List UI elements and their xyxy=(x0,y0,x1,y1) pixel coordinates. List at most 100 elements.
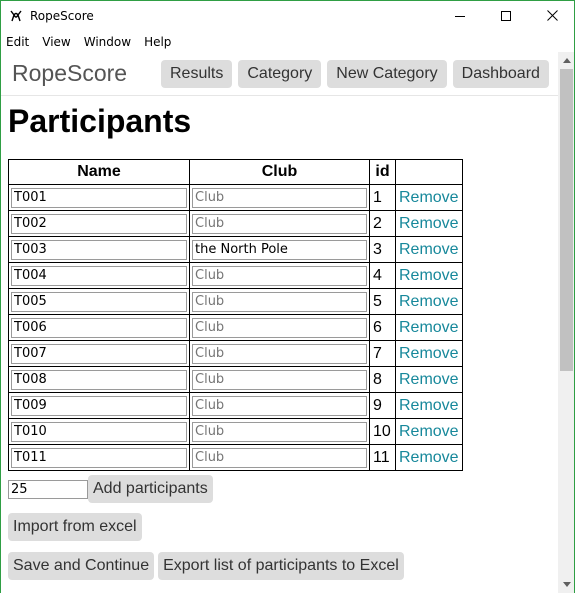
participants-table: Name Club id 1Remove2Remove3Remove4Remov… xyxy=(8,159,463,471)
nav-results-button[interactable]: Results xyxy=(161,59,233,88)
menu-edit[interactable]: Edit xyxy=(0,35,35,49)
remove-link[interactable]: Remove xyxy=(399,345,459,362)
name-input[interactable] xyxy=(11,395,187,416)
header-actions xyxy=(395,159,463,185)
export-excel-button[interactable]: Export list of participants to Excel xyxy=(158,552,404,580)
club-cell xyxy=(189,418,370,445)
table-row: 11Remove xyxy=(8,444,463,471)
menu-bar: Edit View Window Help xyxy=(0,31,575,52)
remove-link[interactable]: Remove xyxy=(399,215,459,232)
table-row: 7Remove xyxy=(8,340,463,367)
remove-link[interactable]: Remove xyxy=(399,449,459,466)
name-input[interactable] xyxy=(11,265,187,286)
menu-window[interactable]: Window xyxy=(77,35,137,49)
club-input[interactable] xyxy=(192,421,367,442)
name-input[interactable] xyxy=(11,239,187,260)
actions-cell: Remove xyxy=(395,262,463,289)
club-input[interactable] xyxy=(192,265,367,286)
title-bar: RopeScore xyxy=(0,0,575,31)
participant-count-input[interactable] xyxy=(8,479,88,499)
scroll-thumb[interactable] xyxy=(560,69,573,371)
name-input[interactable] xyxy=(11,317,187,338)
id-cell: 11 xyxy=(369,444,396,471)
add-participants-button[interactable]: Add participants xyxy=(88,475,213,503)
club-input[interactable] xyxy=(192,395,367,416)
vertical-scrollbar[interactable] xyxy=(558,52,575,593)
id-cell: 2 xyxy=(369,210,396,237)
club-input[interactable] xyxy=(192,187,367,208)
remove-link[interactable]: Remove xyxy=(399,371,459,388)
remove-link[interactable]: Remove xyxy=(399,267,459,284)
name-cell xyxy=(8,236,190,263)
club-input[interactable] xyxy=(192,317,367,338)
table-row: 9Remove xyxy=(8,392,463,419)
scroll-up-arrow-icon[interactable] xyxy=(558,52,575,69)
name-input[interactable] xyxy=(11,343,187,364)
remove-link[interactable]: Remove xyxy=(399,423,459,440)
header-name: Name xyxy=(8,159,190,185)
brand-logo[interactable]: RopeScore xyxy=(12,60,161,87)
remove-link[interactable]: Remove xyxy=(399,397,459,414)
remove-link[interactable]: Remove xyxy=(399,241,459,258)
name-input[interactable] xyxy=(11,213,187,234)
table-row: 8Remove xyxy=(8,366,463,393)
remove-link[interactable]: Remove xyxy=(399,189,459,206)
nav-new-category-button[interactable]: New Category xyxy=(327,59,447,88)
save-continue-button[interactable]: Save and Continue xyxy=(8,552,155,580)
close-button[interactable] xyxy=(529,0,575,31)
name-input[interactable] xyxy=(11,369,187,390)
club-input[interactable] xyxy=(192,369,367,390)
name-input[interactable] xyxy=(11,187,187,208)
club-input[interactable] xyxy=(192,291,367,312)
menu-help[interactable]: Help xyxy=(137,35,177,49)
maximize-icon xyxy=(501,10,511,21)
minimize-icon xyxy=(455,15,465,17)
club-cell xyxy=(189,210,370,237)
id-cell: 9 xyxy=(369,392,396,419)
minimize-button[interactable] xyxy=(437,0,483,31)
id-cell: 4 xyxy=(369,262,396,289)
club-cell xyxy=(189,184,370,211)
actions-cell: Remove xyxy=(395,184,463,211)
id-cell: 10 xyxy=(369,418,396,445)
add-participants-row: Add participants xyxy=(8,475,213,503)
actions-cell: Remove xyxy=(395,288,463,315)
club-input[interactable] xyxy=(192,213,367,234)
table-body: 1Remove2Remove3Remove4Remove5Remove6Remo… xyxy=(8,184,463,471)
actions-cell: Remove xyxy=(395,314,463,341)
actions-cell: Remove xyxy=(395,392,463,419)
club-input[interactable] xyxy=(192,239,367,260)
club-cell xyxy=(189,366,370,393)
name-cell xyxy=(8,210,190,237)
name-input[interactable] xyxy=(11,421,187,442)
import-row: Import from excel xyxy=(8,513,142,541)
maximize-button[interactable] xyxy=(483,0,529,31)
table-row: 4Remove xyxy=(8,262,463,289)
nav-category-button[interactable]: Category xyxy=(238,59,322,88)
nav-dashboard-button[interactable]: Dashboard xyxy=(452,59,549,88)
club-cell xyxy=(189,444,370,471)
name-input[interactable] xyxy=(11,291,187,312)
remove-link[interactable]: Remove xyxy=(399,293,459,310)
name-input[interactable] xyxy=(11,447,187,468)
close-icon xyxy=(546,10,558,21)
id-cell: 5 xyxy=(369,288,396,315)
club-cell xyxy=(189,236,370,263)
table-header-row: Name Club id xyxy=(8,159,463,185)
actions-cell: Remove xyxy=(395,444,463,471)
remove-link[interactable]: Remove xyxy=(399,319,459,336)
import-excel-button[interactable]: Import from excel xyxy=(8,513,142,541)
name-cell xyxy=(8,392,190,419)
club-cell xyxy=(189,340,370,367)
club-input[interactable] xyxy=(192,343,367,364)
header-club: Club xyxy=(189,159,370,185)
scroll-down-arrow-icon[interactable] xyxy=(558,576,575,593)
id-cell: 6 xyxy=(369,314,396,341)
club-input[interactable] xyxy=(192,447,367,468)
table-row: 1Remove xyxy=(8,184,463,211)
name-cell xyxy=(8,314,190,341)
menu-view[interactable]: View xyxy=(35,35,76,49)
actions-cell: Remove xyxy=(395,340,463,367)
name-cell xyxy=(8,418,190,445)
content-area: RopeScore Results Category New Category … xyxy=(0,52,558,593)
